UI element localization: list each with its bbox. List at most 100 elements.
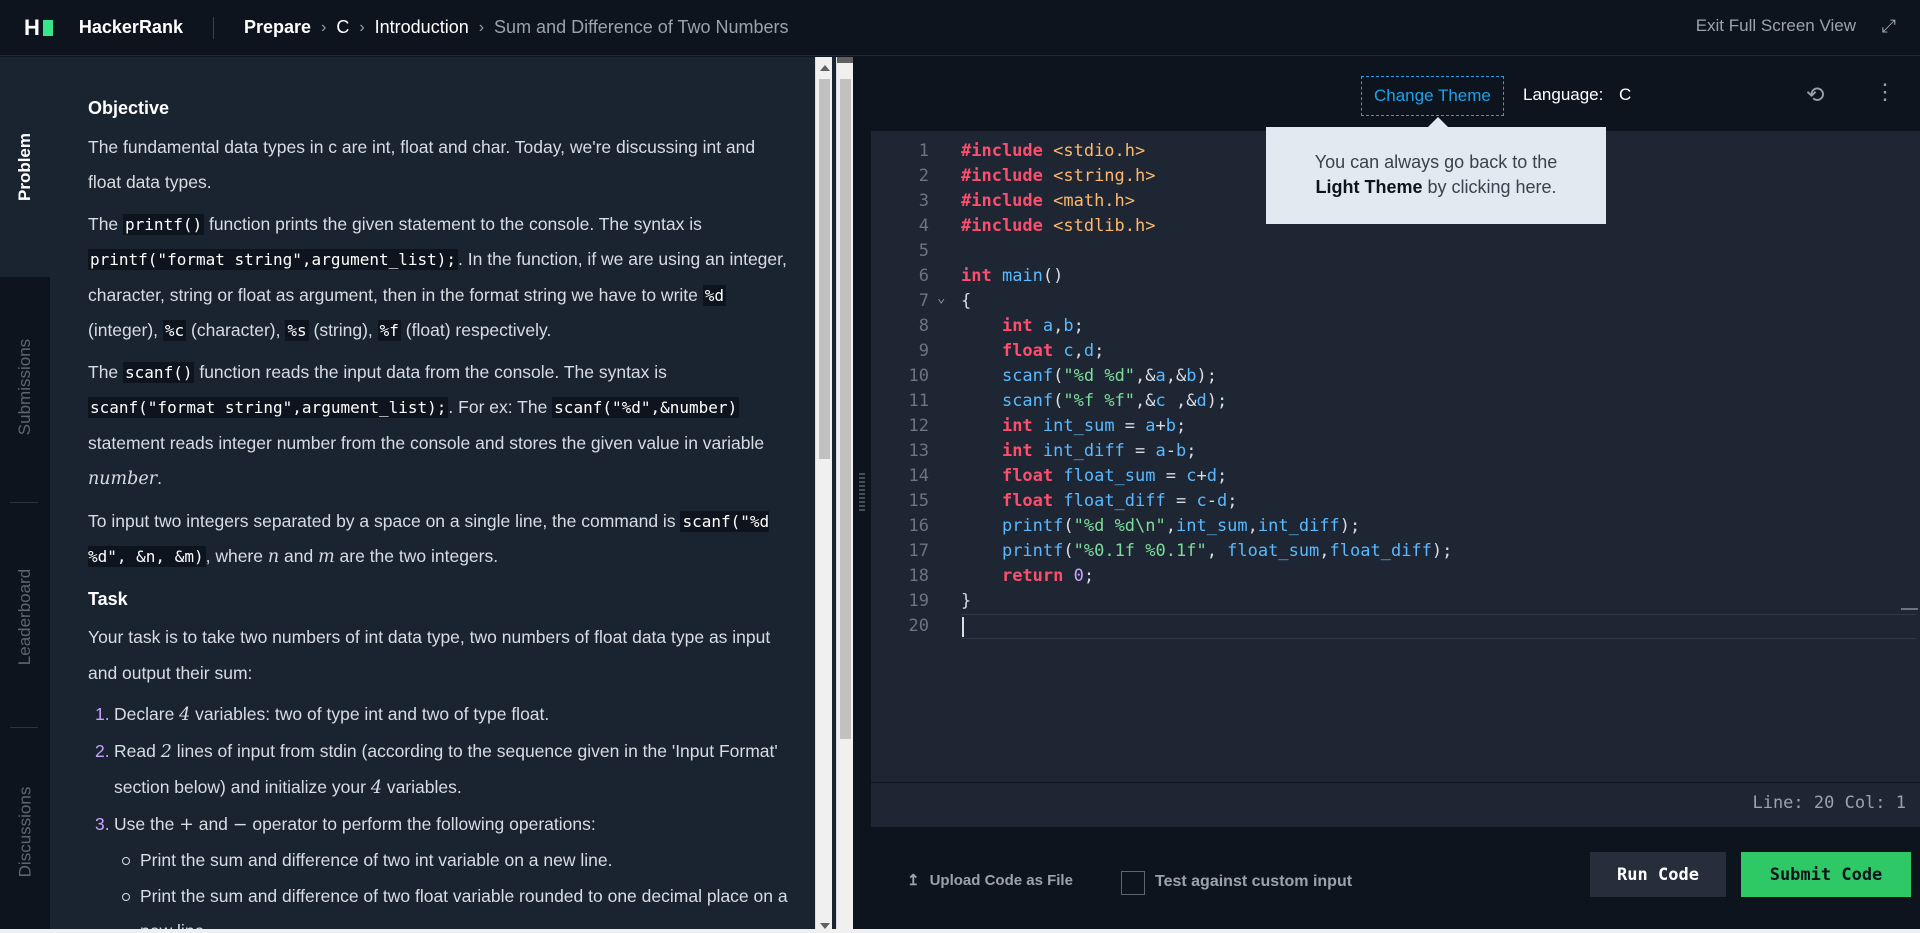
- tab-submissions[interactable]: Submissions: [0, 277, 50, 497]
- scroll-up-arrow[interactable]: [837, 57, 853, 63]
- code-token: float_diff: [1329, 541, 1432, 561]
- code-token: b: [1176, 441, 1187, 461]
- breadcrumb-introduction[interactable]: Introduction: [375, 17, 469, 38]
- scroll-thumb[interactable]: [819, 79, 830, 459]
- code-token: #include: [961, 216, 1054, 236]
- code-token: ;: [1227, 491, 1238, 511]
- objective-paragraph-4: To input two integers separated by a spa…: [88, 510, 770, 567]
- language-select[interactable]: C: [1619, 85, 1631, 105]
- more-options-icon[interactable]: ⋮: [1874, 79, 1896, 105]
- line-number: 17: [908, 541, 929, 561]
- custom-input-checkbox[interactable]: [1121, 871, 1145, 895]
- code-line[interactable]: float float_sum = c+d;: [961, 464, 1452, 489]
- hackerrank-logo[interactable]: H: [24, 15, 53, 41]
- breadcrumb-c[interactable]: C: [336, 17, 349, 38]
- exit-fullscreen-icon[interactable]: ⤢: [1882, 16, 1896, 37]
- line-number: 20: [908, 616, 929, 636]
- task-steps: 1. Declare 4 variables: two of type int a…: [95, 697, 788, 933]
- code-token: c: [1186, 466, 1197, 486]
- brand-name[interactable]: HackerRank: [79, 17, 183, 38]
- task-intro: Your task is to take two numbers of int …: [88, 627, 771, 683]
- code-token: ,: [1165, 516, 1176, 536]
- run-code-button[interactable]: Run Code: [1590, 852, 1726, 897]
- code-line[interactable]: }: [961, 589, 1452, 614]
- change-theme-button[interactable]: Change Theme: [1361, 76, 1504, 116]
- code-line[interactable]: float c,d;: [961, 339, 1452, 364]
- code-token: d: [1206, 466, 1217, 486]
- scroll-thumb[interactable]: [840, 79, 851, 739]
- tab-discussions[interactable]: Discussions: [0, 732, 50, 932]
- code-line[interactable]: int int_diff = a-b;: [961, 439, 1452, 464]
- code-token: scanf: [1001, 391, 1054, 411]
- upload-code-button[interactable]: ↥ Upload Code as File: [907, 871, 1073, 889]
- code-token: );: [1431, 541, 1453, 561]
- code-line[interactable]: printf("%0.1f %0.1f", float_sum,float_di…: [961, 539, 1452, 564]
- code-line[interactable]: [961, 614, 1452, 639]
- task-substeps: Print the sum and difference of two int …: [120, 843, 788, 933]
- code-token: (: [1053, 366, 1064, 386]
- resize-grip-icon[interactable]: [859, 473, 865, 513]
- exit-fullscreen-link[interactable]: Exit Full Screen View: [1696, 16, 1856, 36]
- problem-scrollbar[interactable]: [815, 57, 832, 933]
- code-token: float: [1001, 491, 1064, 511]
- theme-tooltip[interactable]: You can always go back to the Light Them…: [1266, 117, 1606, 224]
- code-token: (: [1063, 541, 1074, 561]
- history-icon[interactable]: ⟲: [1806, 82, 1824, 108]
- pane-resizer[interactable]: [853, 57, 871, 933]
- code-token: -: [1165, 441, 1177, 461]
- editor-footer: ↥ Upload Code as File Test against custom…: [871, 827, 1920, 933]
- objective-paragraph-2: The printf() function prints the given s…: [88, 213, 787, 341]
- task-heading: Task: [88, 588, 128, 609]
- tab-problem[interactable]: Problem: [0, 57, 50, 277]
- code-token: main: [1001, 266, 1043, 286]
- code-token: ;: [1176, 416, 1187, 436]
- upload-label: Upload Code as File: [929, 872, 1073, 889]
- code-token: ;: [1186, 441, 1197, 461]
- code-line[interactable]: scanf("%f %f",&c ,&d);: [961, 389, 1452, 414]
- tab-leaderboard[interactable]: Leaderboard: [0, 507, 50, 727]
- code-line[interactable]: [961, 239, 1452, 264]
- scroll-up-arrow[interactable]: [820, 65, 830, 71]
- overview-ruler-marker: [1901, 608, 1918, 610]
- code-line[interactable]: scanf("%d %d",&a,&b);: [961, 364, 1452, 389]
- code-line[interactable]: float float_diff = c-d;: [961, 489, 1452, 514]
- fold-chevron-icon[interactable]: ⌄: [937, 290, 945, 306]
- code-token: ;: [1216, 466, 1228, 486]
- editor-status-bar: Line: 20 Col: 1: [871, 782, 1920, 827]
- code-token: a: [1042, 316, 1054, 336]
- task-step: 1. Declare 4 variables: two of type int a…: [95, 704, 550, 725]
- breadcrumb-prepare[interactable]: Prepare: [244, 17, 311, 38]
- code-line[interactable]: return 0;: [961, 564, 1452, 589]
- custom-input-label[interactable]: Test against custom input: [1155, 873, 1352, 891]
- breadcrumb-current: Sum and Difference of Two Numbers: [494, 17, 789, 37]
- code-line[interactable]: int a,b;: [961, 314, 1452, 339]
- code-token: "%0.1f %0.1f": [1073, 541, 1207, 561]
- line-number: 15: [908, 491, 929, 511]
- code-token: scanf: [1001, 366, 1054, 386]
- tab-divider: [10, 502, 38, 503]
- code-token: -: [1206, 491, 1217, 511]
- code-token: #include: [961, 166, 1054, 186]
- code-token: ,: [1073, 341, 1084, 361]
- objective-paragraph-3: The scanf() function reads the input dat…: [88, 361, 765, 489]
- code-token: <string.h>: [1053, 166, 1156, 186]
- code-token: ,: [1053, 316, 1064, 336]
- cursor-position: Line: 20 Col: 1: [1752, 793, 1906, 813]
- code-line[interactable]: {: [961, 289, 1452, 314]
- code-token: int: [961, 266, 1002, 286]
- outer-scrollbar[interactable]: [836, 57, 853, 933]
- code-token: {: [961, 291, 972, 311]
- code-line[interactable]: int int_sum = a+b;: [961, 414, 1452, 439]
- code-token: =: [1114, 416, 1146, 436]
- code-editor[interactable]: 1 2 3 4 5 6 7 8 9 10 11 12 13 14 15 16 17 18 19 20 ⌄ #inclu…: [871, 131, 1920, 782]
- code-token: ,: [1319, 541, 1330, 561]
- code-line[interactable]: printf("%d %d\n",int_sum,int_diff);: [961, 514, 1452, 539]
- code-token: ,: [1247, 516, 1258, 536]
- submit-code-button[interactable]: Submit Code: [1741, 852, 1911, 897]
- code-token: a: [1155, 366, 1166, 386]
- code-line[interactable]: int main(): [961, 264, 1452, 289]
